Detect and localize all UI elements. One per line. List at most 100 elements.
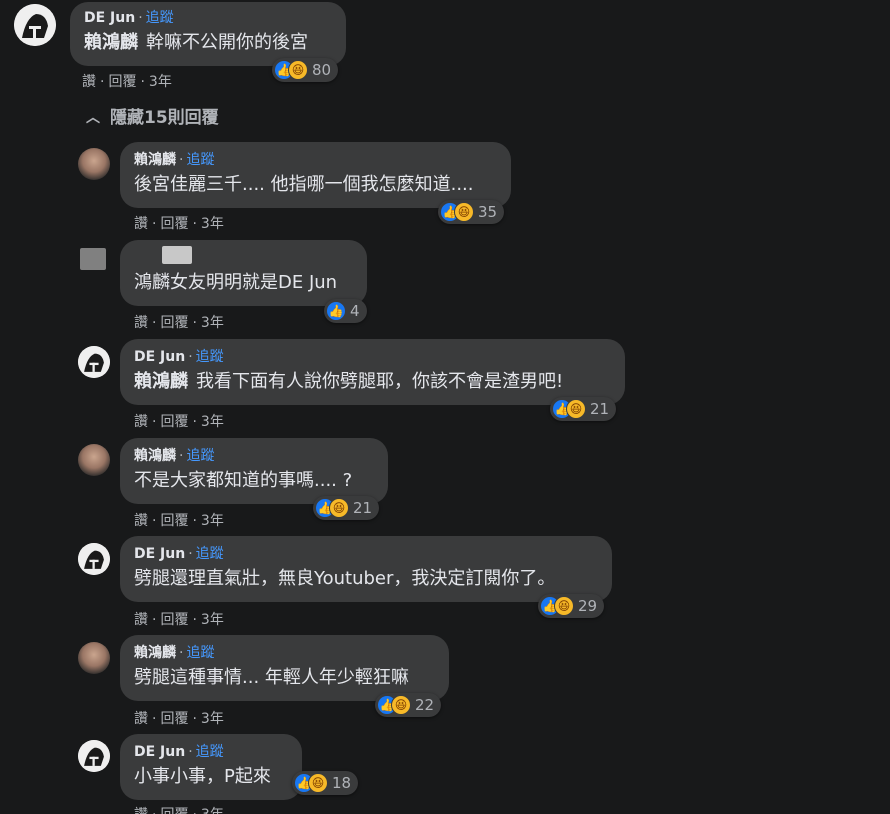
reply-text: 我看下面有人說你劈腿耶，你該不會是渣男吧! (196, 371, 564, 392)
reaction-summary[interactable]: 👍 4 (324, 299, 367, 323)
reply-text: 劈腿還理直氣壯，無良Youtuber，我決定訂閱你了。 (134, 568, 556, 589)
reply-author[interactable]: DE Jun (134, 744, 185, 760)
thumbs-up-icon: 👍 (326, 301, 346, 321)
laughing-face-icon: 😆 (554, 596, 574, 616)
reaction-summary[interactable]: 👍 😆 29 (538, 594, 605, 618)
reply-author[interactable]: 賴鴻麟 (134, 152, 176, 168)
mention-tag[interactable]: 賴鴻麟 (84, 32, 138, 53)
like-button[interactable]: 讚 (134, 513, 148, 529)
comment-thread: DE Jun · 追蹤 賴鴻麟 幹嘛不公開你的後宮 👍 😆 80 讚 · 回覆 · 3年 ︿ 隱… (0, 0, 890, 814)
like-button[interactable]: 讚 (134, 414, 148, 430)
laughing-face-icon: 😆 (454, 202, 474, 222)
reply-button[interactable]: 回覆 (160, 807, 188, 814)
reply-button[interactable]: 回覆 (160, 315, 188, 331)
separator-dot: · (152, 807, 156, 814)
reply-button[interactable]: 回覆 (160, 513, 188, 529)
follow-link[interactable]: 追蹤 (196, 744, 224, 760)
reply-time[interactable]: 3年 (201, 414, 224, 430)
reply-author[interactable]: DE Jun (134, 546, 185, 562)
separator-dot: · (192, 414, 197, 430)
reply-actions: 讚·回覆·3年 (134, 213, 224, 233)
reaction-summary[interactable]: 👍 😆 18 (292, 771, 359, 795)
like-button[interactable]: 讚 (134, 807, 148, 814)
separator-dot: · (192, 711, 197, 727)
reaction-count: 29 (578, 597, 598, 615)
separator-dot: · (192, 612, 197, 628)
follow-link[interactable]: 追蹤 (196, 349, 224, 365)
hide-replies-button[interactable]: ︿ 隱藏15則回覆 (86, 103, 219, 128)
reaction-count: 35 (478, 203, 498, 221)
reply-author[interactable]: DE Jun (134, 349, 185, 365)
reply-text: 不是大家都知道的事嗎.... ? (134, 470, 353, 491)
reaction-summary[interactable]: 👍 😆 21 (313, 496, 380, 520)
reply-time[interactable]: 3年 (201, 711, 224, 727)
reply-text: 劈腿這種事情... 年輕人年少輕狂嘛 (134, 667, 409, 688)
reply-actions: 讚·回覆·3年 (134, 609, 224, 629)
reply-time[interactable]: 3年 (201, 807, 224, 814)
avatar-dejun[interactable] (78, 346, 110, 378)
separator-dot: · (152, 612, 157, 628)
like-button[interactable]: 讚 (134, 315, 148, 331)
separator-dot: · (188, 349, 193, 365)
reaction-count: 21 (353, 499, 373, 517)
like-button[interactable]: 讚 (134, 711, 148, 727)
avatar-dejun[interactable] (78, 543, 110, 575)
separator-dot: · (192, 513, 197, 529)
avatar-dejun[interactable] (14, 4, 56, 46)
comment-author[interactable]: DE Jun (84, 10, 135, 26)
follow-link[interactable]: 追蹤 (196, 546, 224, 562)
reply-button[interactable]: 回覆 (160, 414, 188, 430)
separator-dot: · (179, 645, 184, 661)
reaction-count: 18 (332, 774, 352, 792)
avatar-dejun[interactable] (78, 740, 110, 772)
mention-tag[interactable]: 賴鴻麟 (134, 371, 188, 392)
comment-actions: 讚 · 回覆 · 3年 (82, 71, 172, 91)
reply-time[interactable]: 3年 (201, 612, 224, 628)
laughing-face-icon: 😆 (288, 60, 308, 80)
reply-bubble: 鴻麟女友明明就是DE Jun (120, 240, 367, 306)
follow-link[interactable]: 追蹤 (186, 152, 214, 168)
reply-time[interactable]: 3年 (201, 315, 224, 331)
reaction-count: 4 (350, 302, 360, 320)
reply-author[interactable]: 賴鴻麟 (134, 645, 176, 661)
comment-text: 幹嘛不公開你的後宮 (146, 32, 308, 53)
comment-time[interactable]: 3年 (149, 74, 172, 90)
reply-text: 後宮佳麗三千.... 他指哪一個我怎麼知道.... (134, 174, 474, 195)
reply-button[interactable]: 回覆 (108, 74, 136, 90)
separator-dot: · (188, 744, 193, 760)
avatar-redacted[interactable] (80, 248, 106, 270)
reply-time[interactable]: 3年 (201, 216, 224, 232)
reaction-summary[interactable]: 👍 😆 22 (375, 693, 442, 717)
reaction-summary[interactable]: 👍 😆 21 (550, 397, 617, 421)
separator-dot: · (188, 546, 193, 562)
reply-button[interactable]: 回覆 (160, 612, 188, 628)
avatar-figure-icon (14, 4, 56, 46)
reply-author[interactable]: 賴鴻麟 (134, 448, 176, 464)
reaction-summary[interactable]: 👍 😆 35 (438, 200, 505, 224)
follow-link[interactable]: 追蹤 (186, 645, 214, 661)
like-button[interactable]: 讚 (82, 74, 96, 90)
reaction-summary[interactable]: 👍 😆 80 (272, 58, 339, 82)
avatar-lai[interactable] (78, 148, 110, 180)
reply-bubble: 賴鴻麟 · 追蹤 後宮佳麗三千.... 他指哪一個我怎麼知道.... (120, 142, 511, 208)
follow-link[interactable]: 追蹤 (186, 448, 214, 464)
separator-dot: · (192, 807, 196, 814)
chevron-up-icon: ︿ (86, 110, 100, 126)
reply-actions: 讚·回覆·3年 (134, 708, 224, 728)
reply-bubble: 賴鴻麟 · 追蹤 劈腿這種事情... 年輕人年少輕狂嘛 (120, 635, 449, 701)
reply-bubble: DE Jun · 追蹤 劈腿還理直氣壯，無良Youtuber，我決定訂閱你了。 (120, 536, 612, 602)
reply-actions: 讚·回覆·3年 (134, 312, 224, 332)
separator-dot: · (152, 513, 157, 529)
like-button[interactable]: 讚 (134, 216, 148, 232)
separator-dot: · (138, 10, 143, 26)
reply-button[interactable]: 回覆 (160, 711, 188, 727)
avatar-lai[interactable] (78, 642, 110, 674)
avatar-lai[interactable] (78, 444, 110, 476)
like-button[interactable]: 讚 (134, 612, 148, 628)
reply-text: 小事小事，P起來 (134, 766, 271, 787)
reply-button[interactable]: 回覆 (160, 216, 188, 232)
hide-replies-label: 隱藏15則回覆 (110, 108, 219, 128)
reply-time[interactable]: 3年 (201, 513, 224, 529)
laughing-face-icon: 😆 (566, 399, 586, 419)
follow-link[interactable]: 追蹤 (146, 10, 174, 26)
